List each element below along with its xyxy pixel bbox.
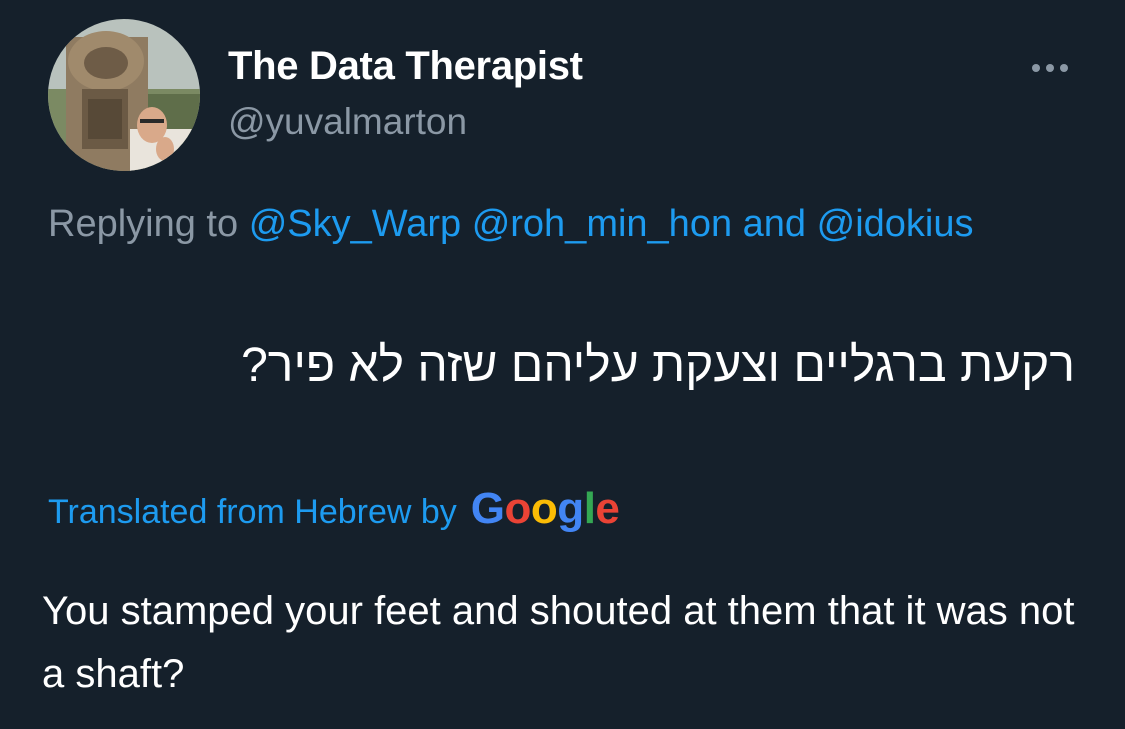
display-name[interactable]: The Data Therapist [228, 44, 583, 89]
replying-to: Replying to @Sky_Warp @roh_min_hon and @… [48, 193, 1048, 256]
reply-conjunction: and [742, 203, 807, 245]
more-dot [1060, 64, 1068, 72]
replying-to-label: Replying to [48, 203, 239, 245]
profile-photo-avatar [48, 19, 200, 171]
user-handle[interactable]: @yuvalmarton [228, 101, 467, 143]
translation-attribution[interactable]: Translated from Hebrew by Google [48, 482, 620, 542]
more-dot [1046, 64, 1054, 72]
google-logo-letter: o [530, 484, 558, 533]
avatar[interactable] [48, 19, 200, 171]
mention-link[interactable]: @roh_min_hon [472, 203, 732, 245]
google-logo-letter: g [557, 484, 584, 533]
more-options-button[interactable] [1020, 50, 1080, 86]
google-logo-letter: o [504, 484, 532, 533]
tweet-original-text: רקעת ברגליים וצעקת עליהם שזה לא פיר? [241, 339, 1075, 392]
google-logo-letter: e [595, 484, 620, 533]
translation-label: Translated from Hebrew by [48, 492, 457, 531]
mention-link[interactable]: @Sky_Warp [249, 203, 461, 245]
google-logo-letter: G [470, 484, 505, 533]
mention-link[interactable]: @idokius [817, 203, 974, 245]
more-horizontal-icon [1032, 64, 1040, 72]
tweet-translated-text: You stamped your feet and shouted at the… [42, 589, 1075, 696]
google-logo: Google [471, 484, 620, 534]
google-logo-letter: l [583, 484, 596, 533]
